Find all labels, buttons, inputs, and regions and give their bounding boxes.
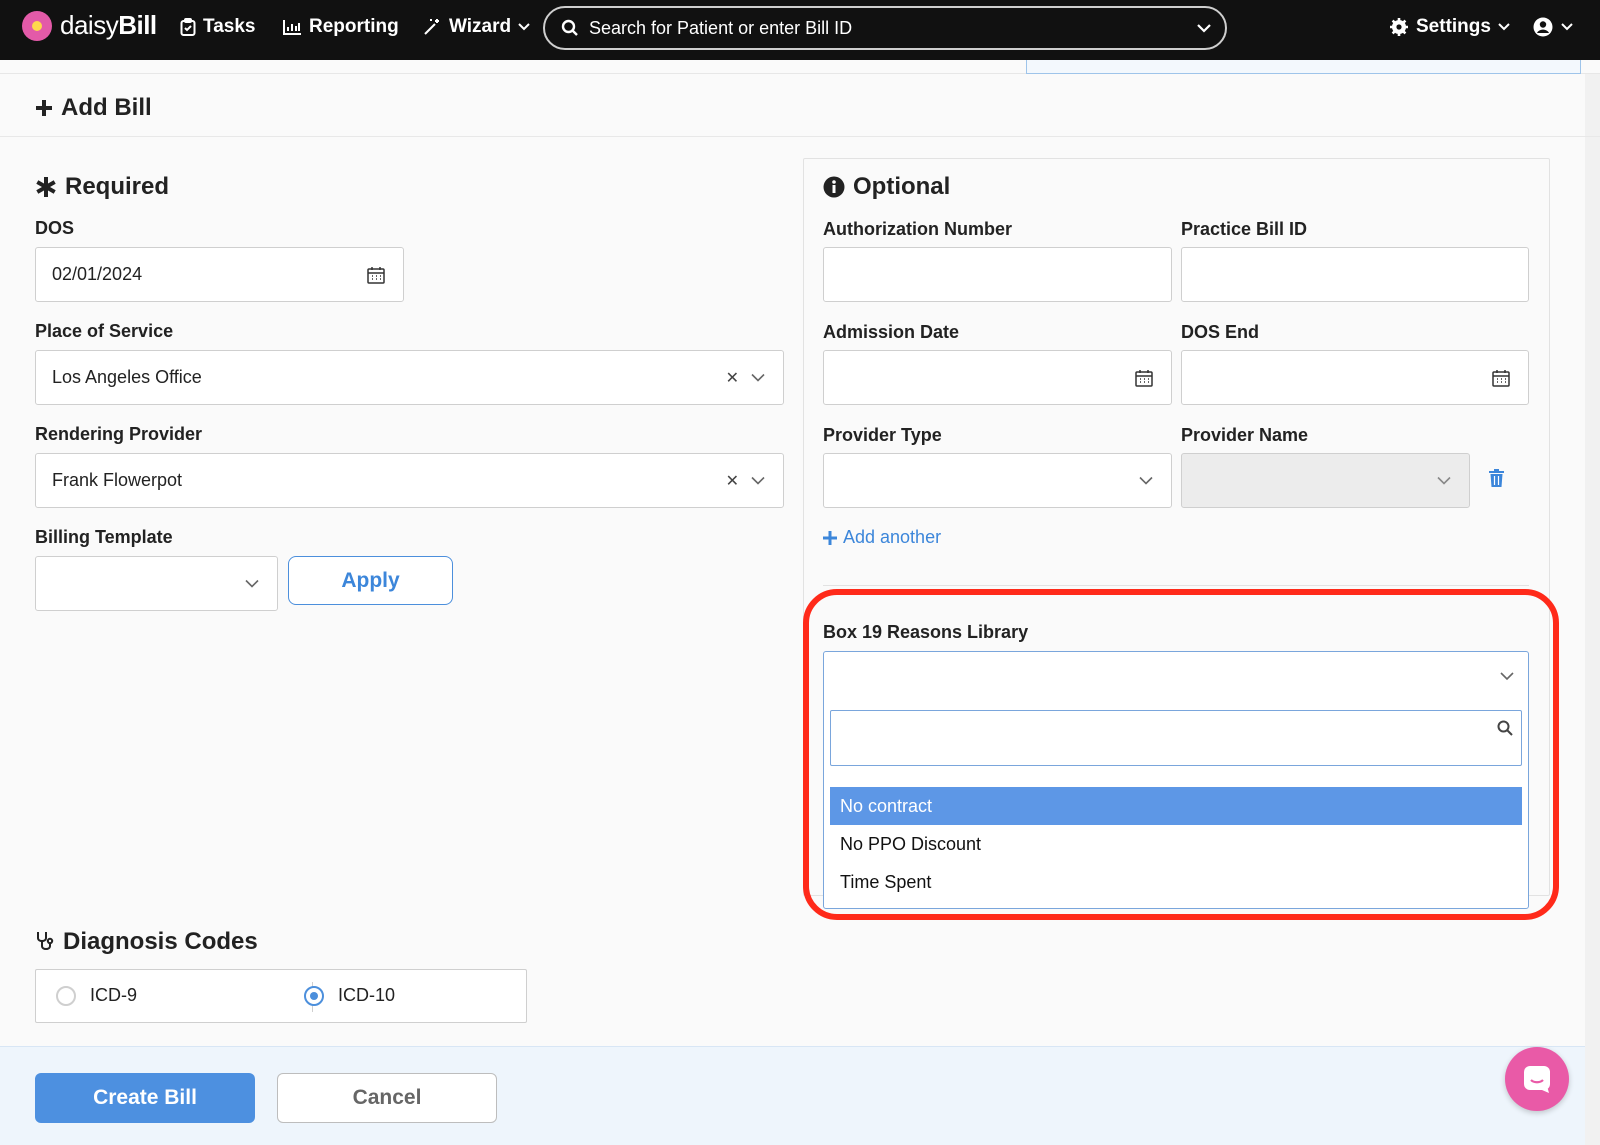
user-avatar-icon: [1533, 17, 1553, 37]
scrollbar[interactable]: [1585, 74, 1600, 1145]
apply-button[interactable]: Apply: [288, 556, 453, 605]
bar-chart-icon: [283, 20, 301, 35]
plus-icon: [823, 530, 837, 545]
nav-reporting[interactable]: Reporting: [282, 16, 399, 38]
plus-icon: [36, 100, 52, 116]
provider-name-select: [1181, 453, 1470, 508]
dos-label: DOS: [35, 218, 75, 238]
clear-icon[interactable]: ✕: [726, 471, 739, 491]
place-of-service-label: Place of Service: [35, 321, 174, 341]
authorization-number-label: Authorization Number: [823, 219, 1012, 239]
cancel-button[interactable]: Cancel: [277, 1073, 497, 1123]
calendar-icon[interactable]: [1492, 369, 1510, 387]
chevron-down-icon: [1561, 23, 1573, 31]
admission-date-input[interactable]: [823, 350, 1172, 405]
calendar-icon[interactable]: [367, 266, 385, 284]
brand[interactable]: daisyBill: [22, 10, 157, 41]
page-title: Add Bill: [35, 94, 152, 122]
radio-button-icon: [56, 985, 76, 1006]
user-menu[interactable]: [1532, 16, 1573, 38]
provider-name-label: Provider Name: [1181, 425, 1309, 445]
provider-type-select[interactable]: [823, 453, 1172, 508]
optional-heading: Optional: [823, 173, 950, 201]
chevron-down-icon: [245, 579, 259, 588]
magic-wand-icon: [424, 19, 439, 35]
search-placeholder: Search for Patient or enter Bill ID: [589, 17, 853, 38]
rendering-provider-select[interactable]: Frank Flowerpot ✕: [35, 453, 784, 508]
divider: [0, 136, 1600, 137]
icd-version-toggle: ICD-9 ICD-10: [35, 969, 527, 1023]
trash-icon[interactable]: [1489, 469, 1504, 487]
diagnosis-heading: Diagnosis Codes: [35, 928, 258, 956]
chevron-down-icon: [518, 23, 530, 31]
billing-template-select[interactable]: [35, 556, 278, 611]
chevron-down-icon: [1498, 23, 1510, 31]
nav-wizard[interactable]: Wizard: [422, 16, 530, 38]
dos-end-input[interactable]: [1181, 350, 1529, 405]
chevron-down-icon: [1437, 476, 1451, 485]
highlight-annotation: [803, 589, 1559, 920]
info-icon: [823, 176, 845, 198]
icd10-radio[interactable]: ICD-10: [304, 985, 395, 1006]
nav-settings[interactable]: Settings: [1389, 16, 1510, 38]
icd9-radio[interactable]: ICD-9: [56, 985, 137, 1006]
dos-end-label: DOS End: [1181, 322, 1260, 342]
create-bill-button[interactable]: Create Bill: [35, 1073, 255, 1123]
clear-icon[interactable]: ✕: [726, 368, 739, 388]
rendering-provider-label: Rendering Provider: [35, 424, 203, 444]
stethoscope-icon: [37, 932, 54, 950]
practice-bill-id-input[interactable]: [1181, 247, 1529, 302]
chevron-down-icon: [751, 373, 765, 382]
top-nav: daisyBill Tasks Reporting Wizard Search …: [0, 0, 1600, 60]
admission-date-label: Admission Date: [823, 322, 960, 342]
radio-button-selected-icon: [304, 985, 324, 1006]
patient-search[interactable]: Search for Patient or enter Bill ID: [543, 6, 1227, 50]
divider: [823, 585, 1529, 586]
chat-icon: [1524, 1066, 1550, 1093]
place-of-service-select[interactable]: Los Angeles Office ✕: [35, 350, 784, 405]
daisy-logo-icon: [22, 10, 52, 41]
authorization-number-input[interactable]: [823, 247, 1172, 302]
asterisk-icon: [36, 177, 56, 197]
nav-tasks[interactable]: Tasks: [180, 16, 255, 38]
clipboard-check-icon: [180, 18, 196, 36]
calendar-icon[interactable]: [1135, 369, 1153, 387]
chevron-down-icon[interactable]: [1197, 23, 1211, 33]
add-another-link[interactable]: Add another: [823, 527, 941, 548]
sub-bar-tab: [1026, 60, 1581, 74]
chat-button[interactable]: [1505, 1047, 1569, 1111]
billing-template-label: Billing Template: [35, 527, 173, 547]
gear-icon: [1390, 18, 1408, 36]
chevron-down-icon: [1139, 476, 1153, 485]
chevron-down-icon: [751, 476, 765, 485]
search-icon: [561, 19, 578, 36]
practice-bill-id-label: Practice Bill ID: [1181, 219, 1308, 239]
required-heading: Required: [35, 173, 169, 201]
provider-type-label: Provider Type: [823, 425, 942, 445]
dos-field[interactable]: 02/01/2024: [35, 247, 404, 302]
